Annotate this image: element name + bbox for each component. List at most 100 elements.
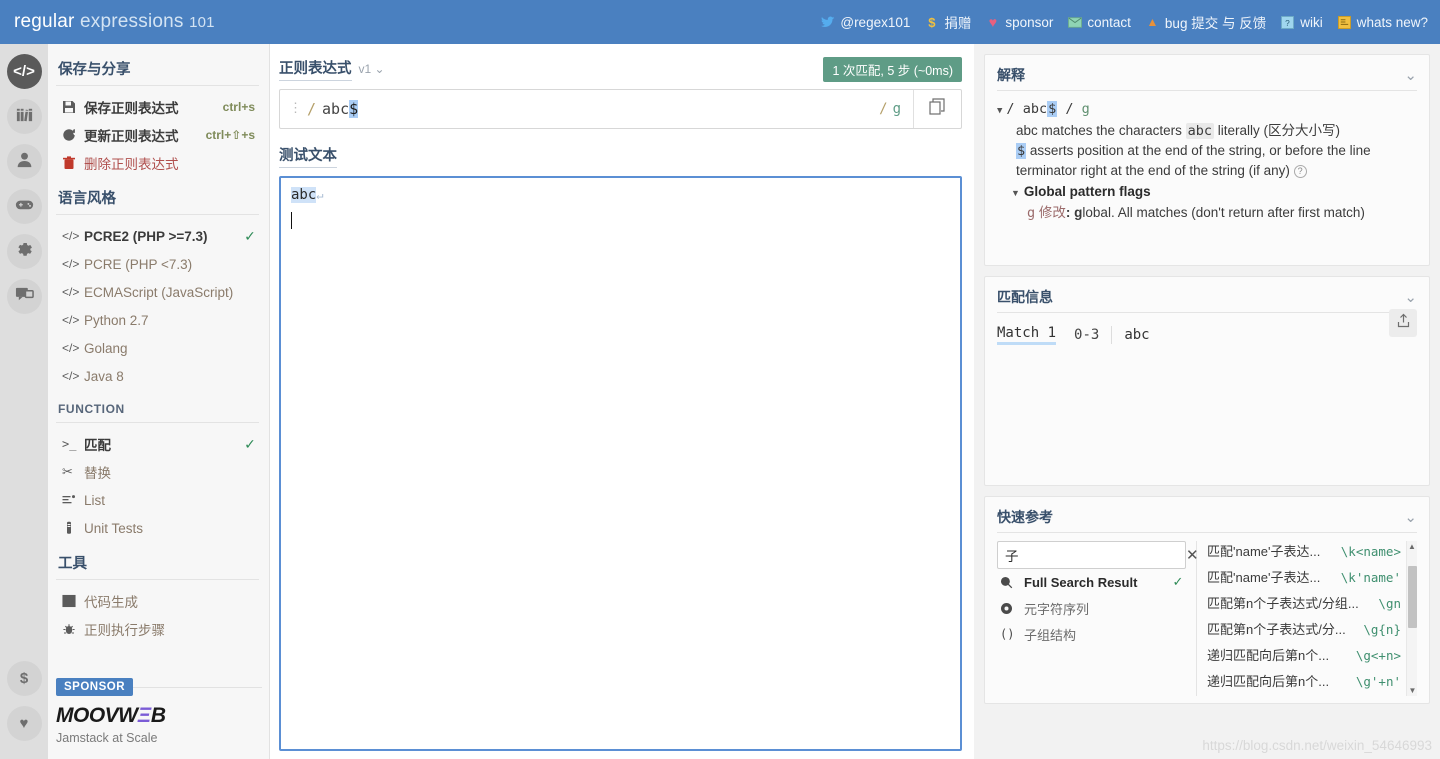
- expl-line1-mid: matches the characters: [1037, 123, 1186, 138]
- sidebar-item-delete-regex[interactable]: 删除正则表达式: [56, 149, 259, 177]
- flavor-golang-label: Golang: [84, 340, 128, 356]
- nav-contact[interactable]: contact: [1067, 15, 1131, 30]
- regex-flags-field[interactable]: / g: [873, 90, 913, 128]
- rail-heart-button[interactable]: ♥: [6, 706, 42, 741]
- sidebar-item-function-list[interactable]: List: [56, 486, 259, 514]
- function-list-label: List: [84, 492, 106, 508]
- regex-input-field[interactable]: ⋮ / abc $: [280, 90, 873, 128]
- sidebar-item-function-match[interactable]: >_ 匹配 ✓: [56, 430, 259, 458]
- sidebar-item-flavor-python[interactable]: </> Python 2.7: [56, 306, 259, 334]
- rail-donate-button[interactable]: $: [6, 661, 42, 696]
- chat-icon: [15, 285, 34, 309]
- results-scrollbar[interactable]: ▲ ▼: [1406, 541, 1417, 696]
- qr-result-desc: 匹配第n个子表达式/分组...: [1207, 596, 1359, 611]
- qr-result-code: \g{n}: [1363, 622, 1401, 637]
- tools-title: 工具: [56, 552, 259, 580]
- scroll-down-arrow-icon[interactable]: ▼: [1407, 685, 1417, 696]
- news-page-icon: [1337, 15, 1352, 30]
- watermark-text: https://blog.csdn.net/weixin_54646993: [1202, 738, 1432, 753]
- qr-result-item[interactable]: 匹配'name'子表达... \k<name>: [1207, 541, 1417, 567]
- account-icon: [15, 150, 34, 174]
- chevron-down-icon[interactable]: ⌄: [1404, 68, 1417, 83]
- function-match-label: 匹配: [84, 438, 111, 453]
- explanation-header: 解释 ⌄: [997, 65, 1417, 91]
- nav-donate[interactable]: $ 捐赠: [924, 12, 971, 32]
- qr-option-group-constructs[interactable]: () 子组结构: [997, 621, 1186, 647]
- sidebar-item-update-regex[interactable]: 更新正则表达式 ctrl+⇧+s: [56, 121, 259, 149]
- sponsor-logo[interactable]: MOOVWΞB: [56, 704, 262, 728]
- qr-result-item[interactable]: 匹配'name'子表达... \k'name': [1207, 567, 1417, 593]
- flavor-ecmascript-label: ECMAScript (JavaScript): [84, 284, 234, 300]
- qr-result-item[interactable]: 匹配第n个子表达式/分... \g{n}: [1207, 619, 1417, 645]
- sidebar-item-flavor-ecmascript[interactable]: </> ECMAScript (JavaScript): [56, 278, 259, 306]
- qr-option-full-search[interactable]: Full Search Result ✓: [997, 569, 1186, 595]
- explanation-flags-header[interactable]: ▼ Global pattern flags: [997, 182, 1417, 203]
- triangle-down-icon[interactable]: ▼: [997, 106, 1002, 116]
- nav-whats-new[interactable]: whats new?: [1337, 15, 1428, 30]
- check-icon: ✓: [244, 435, 256, 452]
- copy-regex-button[interactable]: [913, 90, 961, 128]
- sidebar-item-debugger[interactable]: 正则执行步骤: [56, 615, 259, 643]
- export-matches-button[interactable]: [1389, 309, 1417, 337]
- more-options-icon[interactable]: ⋮: [289, 102, 302, 116]
- nav-bug-report[interactable]: ▲ bug 提交 与 反馈: [1145, 12, 1266, 32]
- delete-regex-label: 删除正则表达式: [84, 157, 179, 172]
- scroll-up-arrow-icon[interactable]: ▲: [1407, 541, 1417, 552]
- rail-chat-button[interactable]: [6, 279, 42, 314]
- test-string-editor[interactable]: abc↵: [279, 176, 962, 751]
- regex-version-selector[interactable]: v1 ⌄: [359, 62, 385, 76]
- match-row[interactable]: Match 1 0-3 abc: [997, 321, 1417, 345]
- regex-section-header: 正则表达式 v1 ⌄ 1 次匹配, 5 步 (~0ms): [279, 56, 962, 82]
- quick-reference-header: 快速参考 ⌄: [997, 507, 1417, 533]
- quick-reference-results: 匹配'name'子表达... \k<name> 匹配'name'子表达... \…: [1197, 541, 1417, 696]
- sidebar-item-flavor-pcre2[interactable]: </> PCRE2 (PHP >=7.3) ✓: [56, 222, 259, 250]
- search-input[interactable]: [1005, 547, 1182, 563]
- qr-result-code: \g<+n>: [1355, 648, 1401, 663]
- explanation-root-row[interactable]: ▼ / abc$ / g: [997, 99, 1417, 121]
- sidebar-item-flavor-java[interactable]: </> Java 8: [56, 362, 259, 390]
- qr-option-meta-sequences[interactable]: 元字符序列: [997, 595, 1186, 621]
- expl-line1-suffix: literally (区分大小写): [1214, 123, 1341, 138]
- regex-title: 正则表达式: [279, 57, 352, 81]
- sidebar-item-code-generator[interactable]: 代码生成: [56, 587, 259, 615]
- text-caret: [291, 212, 292, 229]
- rail-account-button[interactable]: [6, 144, 42, 179]
- sponsor-tagline: Jamstack at Scale: [56, 731, 158, 745]
- expl-line2-text: asserts position at the end of the strin…: [1016, 143, 1371, 178]
- regex-flags-value: g: [892, 101, 901, 117]
- chevron-down-icon[interactable]: ⌄: [1404, 510, 1417, 525]
- quick-reference-search-box[interactable]: ✕: [997, 541, 1199, 569]
- sidebar-item-function-unit-tests[interactable]: Unit Tests: [56, 514, 259, 542]
- nav-sponsor[interactable]: ♥ sponsor: [985, 14, 1054, 30]
- triangle-down-icon[interactable]: ▼: [1011, 188, 1020, 198]
- rail-library-button[interactable]: [6, 99, 42, 134]
- nav-twitter[interactable]: @regex101: [820, 15, 910, 30]
- header-nav: @regex101 $ 捐赠 ♥ sponsor contact ▲ bug 提…: [820, 12, 1428, 32]
- flags-header-label: Global pattern flags: [1023, 184, 1151, 199]
- code-icon: </>: [62, 285, 80, 299]
- qr-result-item[interactable]: 递归匹配向后第n个... \g'+n': [1207, 671, 1417, 696]
- flag-colon: :: [1065, 205, 1071, 220]
- test-string-line-2: [291, 207, 950, 230]
- rail-code-icon-button[interactable]: </>: [6, 54, 42, 89]
- match-separator: [1111, 326, 1113, 344]
- sidebar-item-function-substitution[interactable]: ✂ 替换: [56, 458, 259, 486]
- nav-wiki[interactable]: ? wiki: [1280, 15, 1323, 30]
- qr-result-item[interactable]: 匹配第n个子表达式/分组... \gn: [1207, 593, 1417, 619]
- regex-version-label: v1: [358, 62, 372, 76]
- rail-settings-button[interactable]: [6, 234, 42, 269]
- sidebar-item-save-regex[interactable]: 保存正则表达式 ctrl+s: [56, 93, 259, 121]
- sidebar-item-flavor-pcre[interactable]: </> PCRE (PHP <7.3): [56, 250, 259, 278]
- sponsor-logo-part-b: B: [150, 704, 166, 727]
- nav-sponsor-label: sponsor: [1005, 14, 1054, 30]
- app-logo[interactable]: regular expressions 101: [14, 11, 215, 33]
- chevron-down-icon[interactable]: ⌄: [1404, 290, 1417, 305]
- sidebar-item-flavor-golang[interactable]: </> Golang: [56, 334, 259, 362]
- rail-gamepad-button[interactable]: [6, 189, 42, 224]
- help-icon[interactable]: ?: [1293, 165, 1307, 178]
- regex-input-box[interactable]: ⋮ / abc $ / g: [279, 89, 962, 129]
- qr-result-item[interactable]: 递归匹配向后第n个... \g<+n>: [1207, 645, 1417, 671]
- scrollbar-thumb[interactable]: [1408, 566, 1417, 628]
- quick-reference-title: 快速参考: [997, 509, 1053, 525]
- match-information-panel: 匹配信息 ⌄ Match 1 0-3 abc: [984, 276, 1430, 486]
